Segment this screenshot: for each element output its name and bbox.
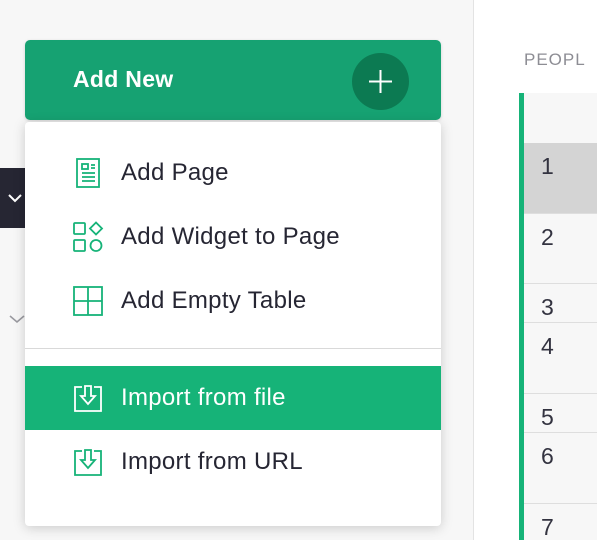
table-row[interactable]: 1 bbox=[524, 143, 597, 214]
row-number: 1 bbox=[541, 153, 554, 179]
widget-icon bbox=[72, 221, 104, 253]
add-new-menu: Add Page Add Widget to Page Add Empty Ta… bbox=[25, 122, 441, 526]
table-row[interactable]: 6 bbox=[524, 433, 597, 504]
menu-item-add-widget[interactable]: Add Widget to Page bbox=[25, 205, 441, 269]
menu-item-add-table[interactable]: Add Empty Table bbox=[25, 269, 441, 333]
table-row[interactable]: 5 bbox=[524, 394, 597, 433]
row-number: 5 bbox=[541, 404, 554, 430]
menu-item-import-file[interactable]: Import from file bbox=[25, 366, 441, 430]
table-title[interactable]: PEOPL bbox=[524, 50, 586, 70]
add-new-label: Add New bbox=[73, 66, 174, 92]
table-row[interactable]: 7 bbox=[524, 504, 597, 540]
plus-icon bbox=[352, 53, 409, 110]
menu-item-label: Import from URL bbox=[121, 448, 303, 475]
import-icon bbox=[72, 446, 104, 478]
table-icon bbox=[72, 285, 104, 317]
row-number: 4 bbox=[541, 333, 554, 359]
row-number: 6 bbox=[541, 443, 554, 469]
chevron-down-icon bbox=[8, 190, 22, 208]
menu-item-label: Add Widget to Page bbox=[121, 223, 340, 250]
menu-item-import-url[interactable]: Import from URL bbox=[25, 430, 441, 494]
table-row[interactable]: 3 bbox=[524, 284, 597, 323]
add-new-button[interactable]: Add New bbox=[25, 40, 441, 120]
row-number: 7 bbox=[541, 514, 554, 540]
menu-item-label: Add Page bbox=[121, 159, 229, 186]
menu-item-label: Add Empty Table bbox=[121, 287, 307, 314]
row-number: 3 bbox=[541, 294, 554, 320]
row-number: 2 bbox=[541, 224, 554, 250]
page-icon bbox=[72, 157, 104, 189]
table-row[interactable]: 2 bbox=[524, 214, 597, 284]
menu-separator bbox=[25, 348, 441, 349]
menu-item-add-page[interactable]: Add Page bbox=[25, 141, 441, 205]
panel-divider bbox=[473, 0, 474, 540]
chevron-down-icon[interactable] bbox=[9, 311, 25, 329]
grid-header bbox=[524, 93, 597, 144]
import-icon bbox=[72, 382, 104, 414]
menu-item-label: Import from file bbox=[121, 384, 286, 411]
table-row[interactable]: 4 bbox=[524, 323, 597, 394]
